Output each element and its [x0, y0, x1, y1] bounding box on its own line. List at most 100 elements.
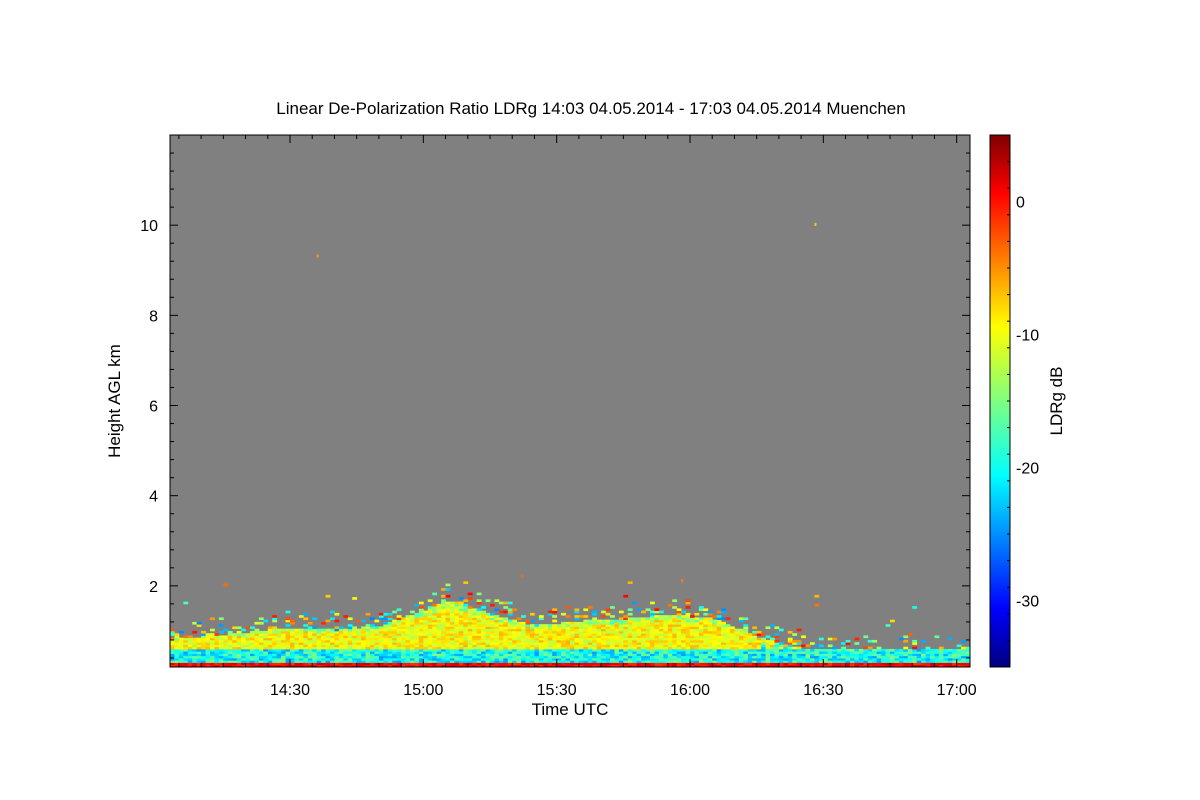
heatmap-cell — [458, 639, 464, 643]
heatmap-cell — [667, 628, 673, 632]
heatmap-cell — [325, 660, 331, 663]
heatmap-cell — [894, 660, 900, 663]
heatmap-cell — [716, 633, 722, 636]
heatmap-cell — [627, 633, 633, 636]
heatmap-cell — [623, 655, 629, 659]
heatmap-cell — [521, 615, 526, 618]
heatmap-cell — [507, 655, 513, 659]
heatmap-cell — [672, 599, 678, 603]
heatmap-cell — [276, 639, 282, 643]
heatmap-cell — [370, 628, 375, 632]
heatmap-cell — [583, 660, 589, 663]
heatmap-cell — [232, 648, 238, 652]
heatmap-cell — [556, 624, 562, 627]
heatmap-cell — [330, 628, 335, 632]
heatmap-cell — [450, 601, 455, 605]
colorbar-tick-label: -20 — [1016, 461, 1039, 478]
heatmap-cell — [210, 628, 215, 632]
heatmap-cell — [543, 633, 549, 636]
heatmap-cell — [743, 628, 749, 632]
heatmap-cell — [272, 617, 278, 621]
heatmap-cell — [641, 621, 646, 625]
heatmap-cell — [854, 655, 860, 659]
heatmap-cell — [707, 655, 713, 659]
heatmap-cell — [285, 628, 291, 632]
heatmap-cell — [867, 646, 873, 650]
heatmap-cell — [187, 639, 193, 643]
heatmap-cell — [681, 579, 684, 583]
heatmap-cell — [756, 630, 762, 634]
heatmap-cell — [676, 608, 682, 612]
heatmap-cell — [707, 628, 713, 632]
heatmap-cell — [574, 628, 580, 632]
heatmap-cell — [632, 621, 638, 625]
heatmap-cell — [663, 639, 669, 643]
heatmap-cell — [796, 648, 802, 652]
heatmap-cell — [885, 624, 891, 627]
heatmap-cell — [316, 633, 322, 636]
heatmap-cell — [396, 660, 402, 663]
heatmap-cell — [321, 644, 326, 648]
heatmap-cell — [596, 655, 602, 659]
heatmap-cell — [476, 599, 482, 603]
heatmap-cell — [890, 648, 895, 652]
heatmap-cell — [503, 617, 509, 621]
heatmap-cell — [601, 639, 606, 643]
heatmap-cell — [476, 648, 482, 652]
heatmap-cell — [743, 624, 749, 627]
heatmap-cell — [312, 633, 318, 636]
heatmap-cell — [374, 628, 380, 632]
heatmap-cell — [792, 646, 798, 650]
heatmap-cell — [503, 644, 509, 648]
heatmap-cell — [596, 644, 602, 648]
heatmap-cell — [934, 648, 940, 652]
heatmap-cell — [663, 633, 669, 636]
heatmap-cell — [445, 588, 451, 591]
heatmap-cell — [436, 639, 442, 643]
heatmap-cell — [338, 644, 344, 648]
heatmap-cell — [405, 628, 411, 632]
heatmap-cell — [556, 644, 562, 648]
heatmap-cell — [414, 648, 420, 652]
heatmap-cell — [218, 617, 224, 621]
heatmap-cell — [658, 655, 664, 659]
heatmap-cell — [352, 628, 358, 632]
heatmap-cell — [681, 644, 686, 648]
heatmap-cell — [423, 628, 429, 632]
heatmap-cell — [783, 648, 789, 652]
heatmap-cell — [387, 660, 393, 663]
heatmap-cell — [863, 646, 869, 650]
heatmap-cell — [290, 628, 295, 632]
heatmap-cell — [636, 639, 642, 643]
heatmap-cell — [441, 606, 446, 609]
heatmap-cell — [485, 639, 491, 643]
heatmap-cell — [298, 644, 304, 648]
heatmap-cell — [570, 660, 575, 663]
heatmap-cell — [672, 639, 678, 643]
heatmap-cell — [498, 644, 504, 648]
heatmap-cell — [441, 648, 446, 652]
heatmap-cell — [290, 619, 295, 623]
heatmap-cell — [223, 628, 229, 632]
heatmap-cell — [423, 655, 429, 659]
heatmap-cell — [707, 617, 713, 621]
heatmap-cell — [850, 655, 855, 659]
heatmap-cell — [641, 655, 646, 659]
heatmap-cell — [823, 655, 829, 659]
heatmap-cell — [378, 617, 384, 621]
heatmap-cell — [307, 655, 313, 659]
heatmap-cell — [632, 628, 638, 632]
heatmap-cell — [245, 633, 251, 636]
heatmap-cell — [490, 639, 495, 643]
heatmap-cell — [485, 633, 491, 636]
heatmap-cell — [792, 655, 798, 659]
heatmap-cell — [654, 621, 660, 625]
heatmap-cell — [272, 633, 278, 636]
heatmap-cell — [605, 648, 611, 652]
heatmap-cell — [316, 655, 322, 659]
heatmap-cell — [378, 612, 384, 616]
heatmap-cell — [450, 621, 455, 625]
heatmap-cell — [334, 644, 340, 648]
heatmap-cell — [187, 635, 193, 639]
heatmap-cell — [694, 655, 700, 659]
